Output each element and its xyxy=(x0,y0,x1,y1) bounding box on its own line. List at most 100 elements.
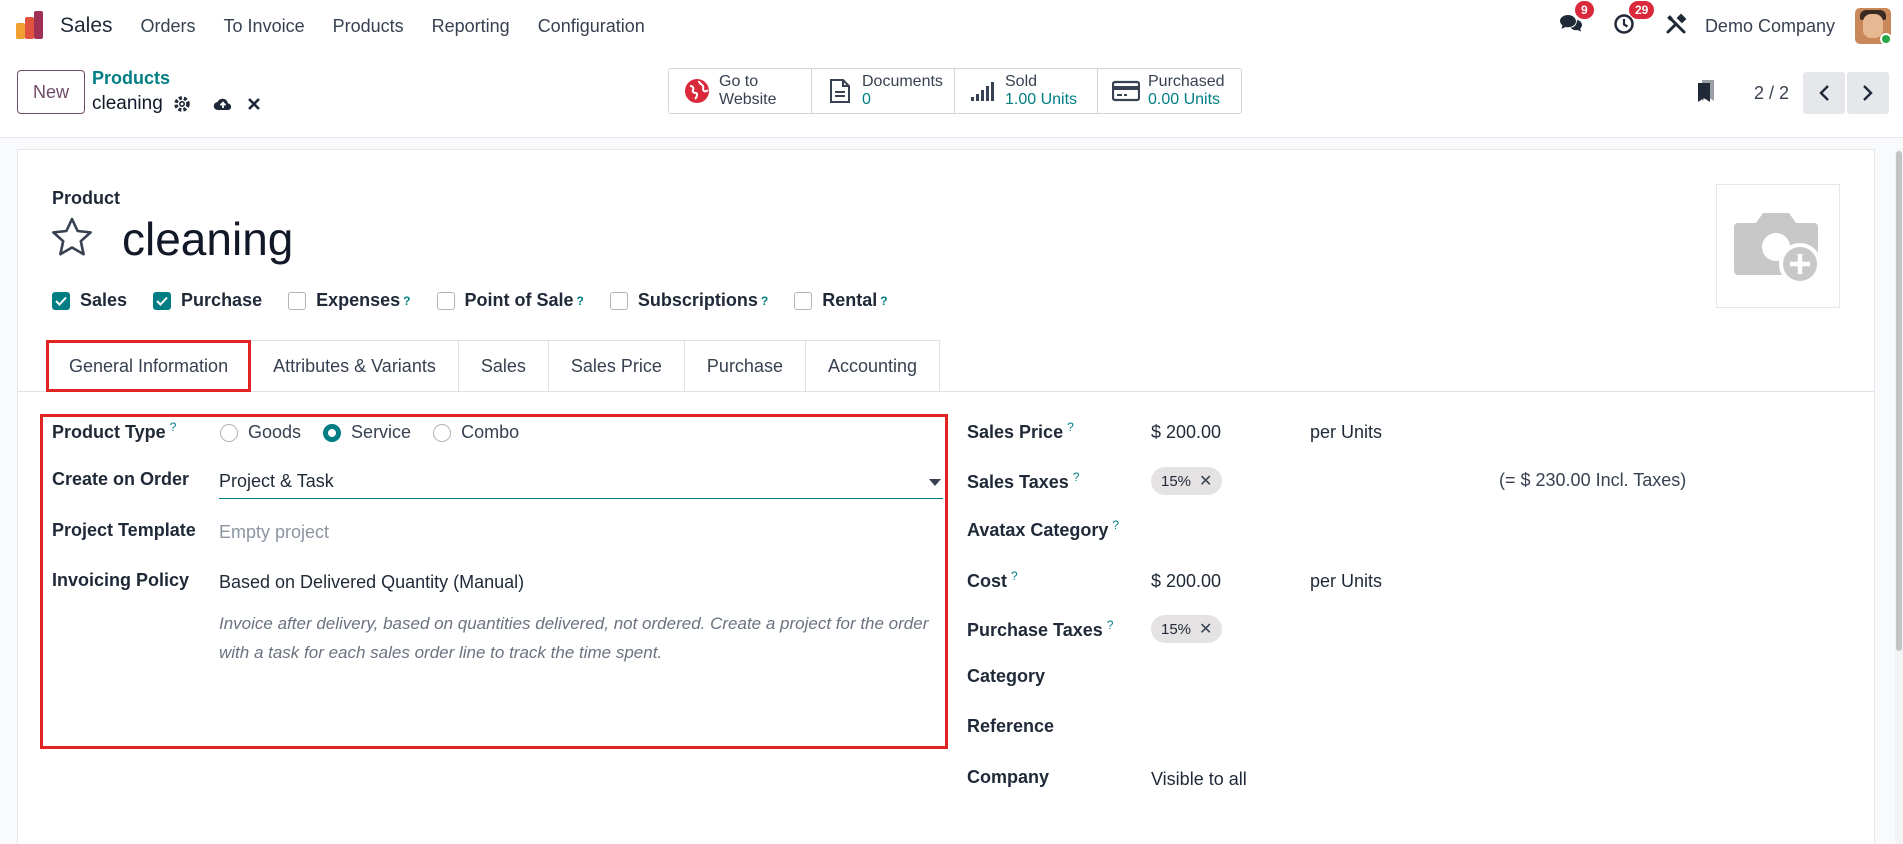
invoicing-policy-help: Invoice after delivery, based on quantit… xyxy=(219,614,929,662)
discard-close-icon[interactable] xyxy=(247,97,261,111)
create-on-order-label: Create on Order xyxy=(52,469,190,489)
breadcrumb-current: cleaning xyxy=(92,93,261,115)
user-avatar[interactable] xyxy=(1855,8,1891,44)
tab-attributes-variants[interactable]: Attributes & Variants xyxy=(251,340,459,392)
checkbox-point-of-sale[interactable]: Point of Sale? xyxy=(436,290,584,311)
menu-to-invoice[interactable]: To Invoice xyxy=(210,16,319,37)
help-tooltip[interactable]: ? xyxy=(880,294,887,308)
remove-tag-icon[interactable]: ✕ xyxy=(1199,471,1212,491)
chevron-right-icon xyxy=(1863,85,1873,101)
company-label: Company xyxy=(967,767,1050,787)
purchase-tax-tag[interactable]: 15% ✕ xyxy=(1151,615,1223,643)
menu-configuration[interactable]: Configuration xyxy=(524,16,659,37)
breadcrumb-products[interactable]: Products xyxy=(92,68,170,89)
invoicing-policy-label: Invoicing Policy xyxy=(52,570,190,590)
scrollbar[interactable] xyxy=(1895,149,1903,844)
control-panel: New Products cleaning Go to Website Docum… xyxy=(0,52,1903,138)
help-tooltip[interactable]: ? xyxy=(1107,618,1114,632)
smart-buttons: Go to Website Documents 0 Sold 1.00 Units P… xyxy=(668,68,1242,114)
product-type-radio-group: Goods Service Combo xyxy=(220,422,541,443)
messages-button[interactable]: 9 xyxy=(1559,0,1594,40)
sales-taxes-label: Sales Taxes? xyxy=(967,470,1080,492)
help-tooltip[interactable]: ? xyxy=(170,420,177,434)
caret-down-icon xyxy=(929,479,941,486)
product-type-checkboxes: Sales Purchase Expenses? Point of Sale? … xyxy=(52,290,914,311)
sales-price-label: Sales Price? xyxy=(967,420,1074,442)
app-name[interactable]: Sales xyxy=(60,14,113,38)
tab-general-information[interactable]: General Information xyxy=(46,340,252,392)
reference-label: Reference xyxy=(967,716,1055,736)
project-template-field[interactable]: Empty project xyxy=(219,522,329,543)
online-status-icon xyxy=(1880,33,1891,44)
pager-value[interactable]: 2 / 2 xyxy=(1754,83,1789,104)
sales-taxes-included: (= $ 230.00 Incl. Taxes) xyxy=(1499,470,1687,490)
help-tooltip[interactable]: ? xyxy=(1067,420,1074,434)
product-form-sheet: Product cleaning Sales Purchase Expenses… xyxy=(17,149,1875,844)
record-name: cleaning xyxy=(92,93,163,114)
sales-price-field[interactable]: $ 200.00 xyxy=(1151,422,1221,443)
menu-reporting[interactable]: Reporting xyxy=(418,16,524,37)
create-on-order-select[interactable]: Project & Task xyxy=(219,467,943,499)
company-switcher[interactable]: Demo Company xyxy=(1705,16,1835,37)
activities-badge: 29 xyxy=(1628,0,1655,19)
sold-button[interactable]: Sold 1.00 Units xyxy=(955,69,1098,113)
radio-combo[interactable] xyxy=(433,423,452,442)
messages-badge: 9 xyxy=(1574,0,1594,19)
document-icon xyxy=(826,78,854,104)
purchased-button[interactable]: Purchased 0.00 Units xyxy=(1098,69,1241,113)
help-tooltip[interactable]: ? xyxy=(403,294,410,308)
tab-purchase[interactable]: Purchase xyxy=(684,340,806,392)
gear-icon[interactable] xyxy=(173,95,191,113)
checkbox-expenses[interactable]: Expenses? xyxy=(288,290,411,311)
help-tooltip[interactable]: ? xyxy=(1112,518,1119,532)
help-tooltip[interactable]: ? xyxy=(577,294,584,308)
cost-label: Cost? xyxy=(967,569,1018,591)
chevron-left-icon xyxy=(1819,85,1829,101)
new-button[interactable]: New xyxy=(17,70,85,114)
help-tooltip[interactable]: ? xyxy=(1011,569,1018,583)
radio-service[interactable] xyxy=(323,423,342,442)
project-template-label: Project Template xyxy=(52,520,196,540)
cost-unit: per Units xyxy=(1310,571,1383,591)
save-cloud-icon[interactable] xyxy=(213,96,233,112)
activities-button[interactable]: 29 xyxy=(1613,0,1655,40)
tab-sales-price[interactable]: Sales Price xyxy=(548,340,685,392)
sales-app-logo-icon[interactable] xyxy=(16,11,46,41)
top-navbar: Sales Orders To Invoice Products Reporti… xyxy=(0,0,1903,52)
product-image-upload[interactable] xyxy=(1716,184,1840,308)
checkbox-subscriptions[interactable]: Subscriptions? xyxy=(609,290,768,311)
category-label: Category xyxy=(967,666,1046,686)
purchase-taxes-label: Purchase Taxes? xyxy=(967,618,1114,640)
credit-card-icon xyxy=(1112,80,1140,102)
cost-field[interactable]: $ 200.00 xyxy=(1151,571,1221,592)
tab-sales[interactable]: Sales xyxy=(458,340,549,392)
globe-icon xyxy=(683,78,711,104)
product-name-field[interactable]: cleaning xyxy=(122,212,293,266)
sales-price-unit: per Units xyxy=(1310,422,1383,442)
form-tabs: General Information Attributes & Variant… xyxy=(46,340,941,392)
checkbox-rental[interactable]: Rental? xyxy=(794,290,888,311)
signal-bars-icon xyxy=(969,80,997,102)
checkbox-purchase[interactable]: Purchase xyxy=(153,290,262,311)
documents-button[interactable]: Documents 0 xyxy=(812,69,955,113)
camera-plus-icon xyxy=(1734,213,1821,285)
bookmark-icon[interactable] xyxy=(1696,79,1716,108)
tab-accounting[interactable]: Accounting xyxy=(805,340,941,392)
product-name-label: Product xyxy=(52,188,121,208)
radio-goods[interactable] xyxy=(220,423,238,442)
avatax-category-label: Avatax Category? xyxy=(967,518,1120,540)
help-tooltip[interactable]: ? xyxy=(1073,470,1080,484)
invoicing-policy-field[interactable]: Based on Delivered Quantity (Manual) xyxy=(219,572,524,593)
debug-tools-button[interactable] xyxy=(1665,13,1687,40)
company-field[interactable]: Visible to all xyxy=(1151,769,1247,790)
pager-next-button[interactable] xyxy=(1847,72,1889,114)
remove-tag-icon[interactable]: ✕ xyxy=(1199,619,1212,639)
pager-previous-button[interactable] xyxy=(1803,72,1845,114)
help-tooltip[interactable]: ? xyxy=(761,294,768,308)
menu-orders[interactable]: Orders xyxy=(127,16,210,37)
sales-tax-tag[interactable]: 15% ✕ xyxy=(1151,467,1223,495)
checkbox-sales[interactable]: Sales xyxy=(52,290,127,311)
menu-products[interactable]: Products xyxy=(319,16,418,37)
favorite-star-icon[interactable] xyxy=(50,216,94,263)
go-to-website-button[interactable]: Go to Website xyxy=(669,69,812,113)
